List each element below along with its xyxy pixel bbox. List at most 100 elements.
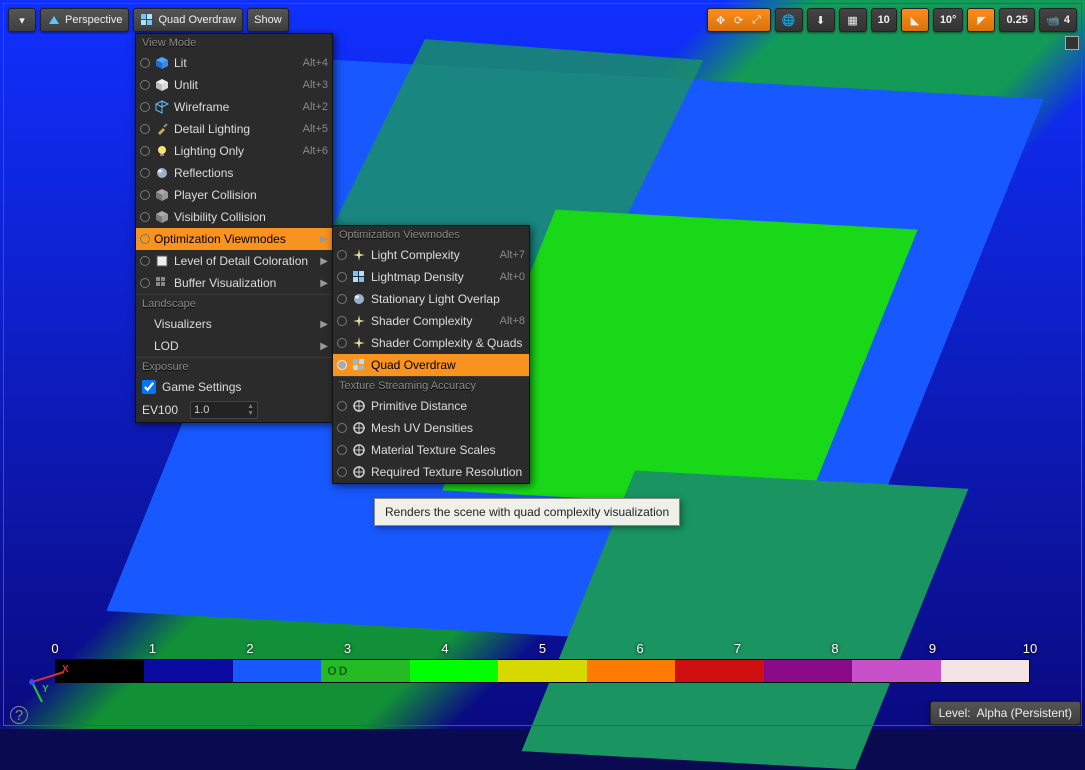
toolbar-left: ▾ Perspective Quad Overdraw Show xyxy=(8,8,289,32)
view-mode-label: Quad Overdraw xyxy=(158,14,236,26)
menu-item-lightmap-density[interactable]: Lightmap Density Alt+0 xyxy=(333,266,529,288)
menu-item-buffer-visualization[interactable]: Buffer Visualization ▶ xyxy=(136,272,332,294)
chevron-right-icon: ▶ xyxy=(320,319,328,330)
menu-item-label: Required Texture Resolution xyxy=(371,465,525,479)
grid-snap-value[interactable]: 10 xyxy=(871,8,897,32)
radio-icon xyxy=(337,272,347,282)
checkbox-game-settings[interactable] xyxy=(142,380,156,394)
legend-od-label: OD xyxy=(327,664,349,678)
radio-icon xyxy=(337,250,347,260)
menu-item-lighting-only[interactable]: Lighting Only Alt+6 xyxy=(136,140,332,162)
maximize-viewport-button[interactable] xyxy=(1065,36,1079,50)
menu-item-light-complexity[interactable]: Light Complexity Alt+7 xyxy=(333,244,529,266)
view-mode-button[interactable]: Quad Overdraw xyxy=(133,8,243,32)
menu-item-optimization-viewmodes[interactable]: Optimization Viewmodes ▶ xyxy=(136,228,332,250)
menu-item-unlit[interactable]: Unlit Alt+3 xyxy=(136,74,332,96)
menu-item-label: Shader Complexity xyxy=(371,314,494,328)
radio-icon xyxy=(140,124,150,134)
menu-item-detail-lighting[interactable]: Detail Lighting Alt+5 xyxy=(136,118,332,140)
menu-item-shortcut: Alt+5 xyxy=(303,123,328,135)
legend-segment xyxy=(410,660,498,682)
menu-item-label: Optimization Viewmodes xyxy=(154,232,320,246)
target-icon xyxy=(351,398,367,414)
menu-item-visibility-collision[interactable]: Visibility Collision xyxy=(136,206,332,228)
show-button[interactable]: Show xyxy=(247,8,289,32)
ev100-value: 1.0 xyxy=(194,404,209,416)
axis-y-label: Y xyxy=(42,684,49,695)
cube-gray-icon xyxy=(154,209,170,225)
menu-item-primitive-distance[interactable]: Primitive Distance xyxy=(333,395,529,417)
radio-icon xyxy=(140,146,150,156)
axis-gizmo[interactable]: X Y xyxy=(14,664,74,707)
chevron-right-icon: ▶ xyxy=(320,278,328,289)
menu-check-game-settings[interactable]: Game Settings xyxy=(136,376,332,398)
menu-item-lod-coloration[interactable]: Level of Detail Coloration ▶ xyxy=(136,250,332,272)
legend-segment: OD xyxy=(321,660,409,682)
perspective-button[interactable]: Perspective xyxy=(40,8,129,32)
menu-item-wireframe[interactable]: Wireframe Alt+2 xyxy=(136,96,332,118)
surface-snap-button[interactable]: ⬇ xyxy=(807,8,835,32)
sphere-icon xyxy=(154,165,170,181)
menu-item-label: Lighting Only xyxy=(174,144,297,158)
radio-icon xyxy=(337,338,347,348)
menu-item-label: Material Texture Scales xyxy=(371,443,525,457)
target-icon xyxy=(351,464,367,480)
angle-snap-button[interactable]: ◣ xyxy=(901,8,929,32)
menu-item-lit[interactable]: Lit Alt+4 xyxy=(136,52,332,74)
coordinate-space-button[interactable]: 🌐 xyxy=(775,8,803,32)
menu-item-label: Quad Overdraw xyxy=(371,358,525,372)
menu-item-label: Detail Lighting xyxy=(174,122,297,136)
menu-item-player-collision[interactable]: Player Collision xyxy=(136,184,332,206)
menu-item-shortcut: Alt+6 xyxy=(303,145,328,157)
menu-item-label: Reflections xyxy=(174,166,328,180)
menu-item-required-texture-resolution[interactable]: Required Texture Resolution xyxy=(333,461,529,483)
tooltip: Renders the scene with quad complexity v… xyxy=(374,498,680,526)
legend-tick: 9 xyxy=(929,641,936,656)
menu-item-label: Lit xyxy=(174,56,297,70)
menu-item-shader-complexity-quads[interactable]: Shader Complexity & Quads xyxy=(333,332,529,354)
legend-tick: 7 xyxy=(734,641,741,656)
scale-icon: ⤢ xyxy=(750,13,764,27)
scale-snap-button[interactable]: ◤ xyxy=(967,8,995,32)
menu-item-visualizers[interactable]: Visualizers ▶ xyxy=(136,313,332,335)
menu-section-optimization: Optimization Viewmodes xyxy=(333,226,529,244)
radio-icon xyxy=(140,80,150,90)
lod-icon xyxy=(154,253,170,269)
menu-item-quad-overdraw[interactable]: Quad Overdraw xyxy=(333,354,529,376)
radio-icon xyxy=(337,467,347,477)
menu-item-stationary-light-overlap[interactable]: Stationary Light Overlap xyxy=(333,288,529,310)
menu-item-label: Primitive Distance xyxy=(371,399,525,413)
grid-snap-button[interactable]: ▦ xyxy=(839,8,867,32)
legend-tick: 4 xyxy=(441,641,448,656)
angle-snap-value[interactable]: 10° xyxy=(933,8,964,32)
legend-tick: 0 xyxy=(51,641,58,656)
legend-segment xyxy=(764,660,852,682)
menu-item-shortcut: Alt+0 xyxy=(500,271,525,283)
camera-speed-icon: 📹 xyxy=(1046,13,1060,27)
status-label: Level: xyxy=(939,706,971,720)
menu-item-shortcut: Alt+8 xyxy=(500,315,525,327)
viewport-options-dropdown[interactable]: ▾ xyxy=(8,8,36,32)
ev100-label: EV100 xyxy=(142,403,178,417)
menu-item-lod[interactable]: LOD ▶ xyxy=(136,335,332,357)
menu-item-reflections[interactable]: Reflections xyxy=(136,162,332,184)
view-mode-menu: View Mode Lit Alt+4 Unlit Alt+3 Wirefram… xyxy=(135,33,333,423)
menu-item-shader-complexity[interactable]: Shader Complexity Alt+8 xyxy=(333,310,529,332)
legend-tick: 2 xyxy=(246,641,253,656)
globe-icon: 🌐 xyxy=(782,13,796,27)
transform-mode-buttons[interactable]: ✥ ⟳ ⤢ xyxy=(707,8,771,32)
cube-blue-icon xyxy=(154,55,170,71)
menu-item-material-texture-scales[interactable]: Material Texture Scales xyxy=(333,439,529,461)
menu-item-mesh-uv-densities[interactable]: Mesh UV Densities xyxy=(333,417,529,439)
status-bar-level[interactable]: Level: Alpha (Persistent) xyxy=(930,701,1081,725)
move-icon: ✥ xyxy=(714,13,728,27)
radio-icon xyxy=(140,190,150,200)
scale-snap-value[interactable]: 0.25 xyxy=(999,8,1034,32)
help-button[interactable]: ? xyxy=(10,706,28,724)
optimization-viewmodes-submenu: Optimization Viewmodes Light Complexity … xyxy=(332,225,530,484)
menu-item-label: Lightmap Density xyxy=(371,270,494,284)
ev100-spinner[interactable]: 1.0 ▲▼ xyxy=(190,401,258,419)
radio-icon xyxy=(337,401,347,411)
scale-value-label: 0.25 xyxy=(1006,14,1027,26)
camera-speed-button[interactable]: 📹 4 xyxy=(1039,8,1077,32)
